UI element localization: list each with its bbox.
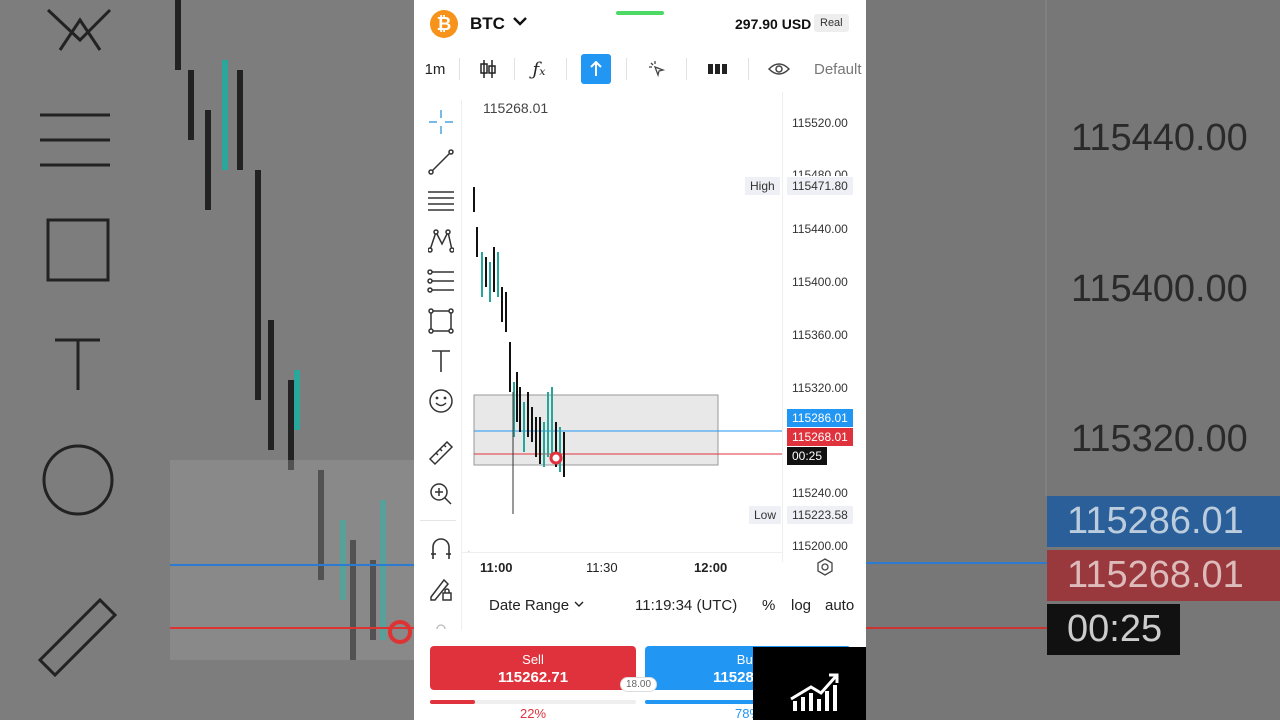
sell-button[interactable]: Sell 115262.71 xyxy=(430,646,636,690)
candle-timer: 00:25 xyxy=(787,447,828,465)
header: ₿ BTC 297.90 USD Real xyxy=(414,0,866,48)
toolbar-divider xyxy=(686,58,687,80)
price-axis-tick: 115520.00 xyxy=(792,116,848,130)
time-axis-tick: 11:00 xyxy=(480,560,513,575)
ask-price-tag: 115268.01 xyxy=(787,428,853,446)
rectangle-icon[interactable] xyxy=(426,306,456,336)
arrow-up-icon[interactable] xyxy=(581,54,611,84)
bid-price-tag: 115286.01 xyxy=(787,409,853,427)
auto-scale-toggle[interactable]: auto xyxy=(825,597,854,614)
channel-logo xyxy=(753,647,866,720)
candles-plot[interactable]: ‹ xyxy=(462,92,782,552)
toolbar-divider xyxy=(459,58,460,80)
bitcoin-icon: ₿ xyxy=(430,10,458,38)
percent-scale-toggle[interactable]: % xyxy=(762,597,775,614)
zoom-in-icon[interactable] xyxy=(426,479,456,509)
settings-icon[interactable] xyxy=(816,558,834,581)
price-axis-tick: 115240.00 xyxy=(792,486,848,500)
ruler-icon[interactable] xyxy=(426,438,456,468)
sell-price: 115262.71 xyxy=(497,669,569,686)
chevron-down-icon[interactable] xyxy=(512,14,528,30)
price-axis-tick: 115480.00 xyxy=(792,168,848,176)
account-balance[interactable]: 297.90 USD xyxy=(735,16,811,32)
date-range-button[interactable]: Date Range xyxy=(489,597,569,614)
chart-toolbar: 1m ƒₓ Default xyxy=(414,50,866,88)
low-value: 115223.58 xyxy=(787,506,853,524)
drawing-tools xyxy=(414,100,462,630)
sell-sentiment-fill xyxy=(430,700,476,704)
horizontal-lines-icon[interactable] xyxy=(426,186,456,216)
price-axis-divider xyxy=(782,92,783,562)
growth-chart-icon xyxy=(790,673,839,711)
indicators-icon[interactable]: ƒₓ xyxy=(527,54,551,84)
server-time: 11:19:34 (UTC) xyxy=(635,597,738,614)
eye-icon[interactable] xyxy=(767,54,791,84)
price-axis-tick: 115400.00 xyxy=(792,275,848,289)
toolbar-divider xyxy=(566,58,567,80)
template-default-button[interactable]: Default xyxy=(814,54,866,84)
asset-symbol[interactable]: BTC xyxy=(470,14,505,34)
entry-marker-icon[interactable] xyxy=(549,451,563,465)
price-axis-tick: 115440.00 xyxy=(792,222,848,236)
price-axis-tick: 115320.00 xyxy=(792,381,848,395)
emoji-icon[interactable] xyxy=(426,386,456,416)
screen: 115440.00 115400.00 115320.00 115286.01 … xyxy=(0,0,1280,720)
toolbar-divider xyxy=(748,58,749,80)
cursor-icon[interactable] xyxy=(645,54,669,84)
backdrop-left-chart xyxy=(0,0,414,720)
sell-sentiment-track xyxy=(430,700,636,704)
sell-percent: 22% xyxy=(520,706,547,720)
range-bar: Date Range 11:19:34 (UTC) % log auto xyxy=(414,590,866,620)
backdrop-right-lines xyxy=(866,0,1047,629)
price-axis-tick: 115200.00 xyxy=(792,539,848,553)
magnet-icon[interactable] xyxy=(426,534,456,564)
candles-icon[interactable] xyxy=(476,54,500,84)
time-axis-divider xyxy=(462,552,782,553)
backdrop-right: 115440.00 115400.00 115320.00 115286.01 … xyxy=(866,0,1280,720)
toolbar-divider xyxy=(626,58,627,80)
price-axis-tick: 115360.00 xyxy=(792,328,848,342)
price-chart[interactable]: 115268.01 115520.00 115480.00 115440.00 … xyxy=(462,92,866,582)
bars-icon[interactable] xyxy=(706,54,730,84)
text-icon[interactable] xyxy=(426,346,456,376)
spread-badge: 18.00 xyxy=(620,677,658,692)
time-axis-tick: 11:30 xyxy=(586,560,618,575)
log-scale-toggle[interactable]: log xyxy=(791,597,811,614)
account-type-badge[interactable]: Real xyxy=(814,14,849,32)
high-value: 115471.80 xyxy=(787,177,853,195)
toolbar-divider xyxy=(514,58,515,80)
trading-app: ₿ BTC 297.90 USD Real 1m ƒₓ Default 1152… xyxy=(414,0,866,720)
fib-retracement-icon[interactable] xyxy=(426,266,456,296)
tools-divider xyxy=(420,520,456,521)
time-axis-tick: 12:00 xyxy=(694,560,728,575)
crosshair-icon[interactable] xyxy=(426,107,456,137)
sell-label: Sell xyxy=(522,652,544,667)
trend-line-icon[interactable] xyxy=(426,147,456,177)
backdrop-left xyxy=(0,0,414,720)
chevron-down-icon[interactable] xyxy=(574,599,584,611)
timeframe-button[interactable]: 1m xyxy=(422,54,448,84)
pattern-icon[interactable] xyxy=(426,226,456,256)
